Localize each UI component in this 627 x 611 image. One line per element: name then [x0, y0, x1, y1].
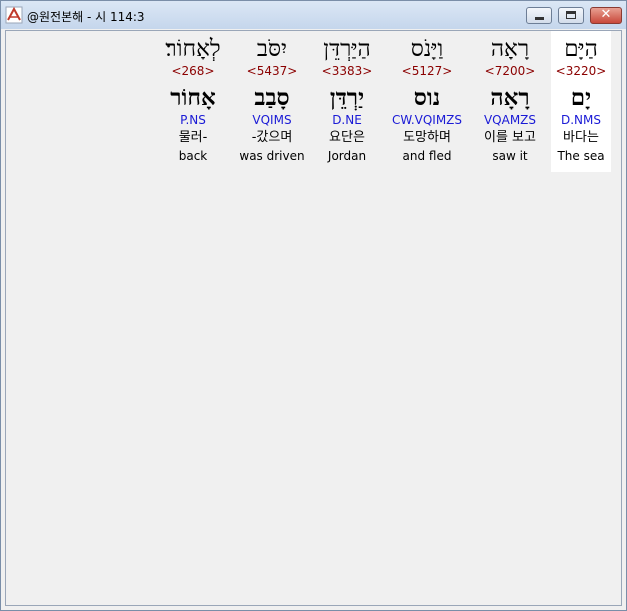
app-window: @원전본해 - 시 114:3 ✕ הַיָּם <3220> יָם D.NM…: [0, 0, 627, 611]
title-bar[interactable]: @원전본해 - 시 114:3 ✕: [1, 1, 626, 29]
word-column[interactable]: הַיָּם <3220> יָם D.NMS 바다는 The sea: [551, 31, 611, 172]
close-icon: ✕: [600, 7, 612, 22]
word-column[interactable]: הַיַּרְדֵּן <3383> יַרְדֵּן D.NE 요단은 Jor…: [312, 31, 382, 172]
strong-number[interactable]: <268>: [156, 64, 230, 79]
maximize-button[interactable]: [558, 7, 584, 24]
minimize-button[interactable]: [526, 7, 552, 24]
minimize-icon: [535, 17, 544, 20]
window-title: @원전본해 - 시 114:3: [27, 10, 145, 24]
morphology-code: D.NE: [332, 113, 362, 127]
morphology-code: P.NS: [180, 113, 206, 127]
korean-gloss: 요단은: [329, 130, 365, 145]
word-column[interactable]: וַיָּנֹס <5127> נוס CW.VQIMZS 도망하며 and f…: [386, 31, 468, 172]
hebrew-lemma: יָם: [570, 84, 592, 111]
hebrew-lemma: רָאָה: [490, 84, 530, 111]
close-button[interactable]: ✕: [590, 7, 622, 24]
english-gloss: back: [178, 149, 208, 163]
strong-number[interactable]: <7200>: [472, 64, 548, 79]
hebrew-lemma: סָבַב: [254, 84, 290, 111]
english-gloss: saw it: [492, 149, 528, 163]
hebrew-word: הַיָּם: [564, 36, 598, 62]
english-gloss: and fled: [402, 149, 452, 163]
korean-gloss: 바다는: [563, 130, 599, 145]
strong-number[interactable]: <5437>: [236, 64, 308, 79]
english-gloss: Jordan: [327, 149, 367, 163]
morphology-code: VQAMZS: [483, 113, 537, 127]
word-column[interactable]: רָאָה <7200> רָאָה VQAMZS 이를 보고 saw it: [472, 31, 548, 172]
hebrew-lemma: יַרְדֵּן: [329, 84, 365, 111]
verse-analysis-panel: הַיָּם <3220> יָם D.NMS 바다는 The sea רָאָ…: [5, 30, 622, 606]
strong-number[interactable]: <3383>: [312, 64, 382, 79]
morphology-code: D.NMS: [560, 113, 601, 127]
korean-gloss: -갔으며: [251, 130, 293, 145]
morphology-code: VQIMS: [252, 113, 292, 127]
korean-gloss: 물러-: [178, 130, 208, 145]
strong-number[interactable]: <3220>: [551, 64, 611, 79]
word-column[interactable]: לְאָחוֹר׃ <268> אָחוֹר P.NS 물러- back: [156, 31, 230, 172]
hebrew-word: וַיָּנֹס: [410, 36, 444, 62]
morphology-code: CW.VQIMZS: [391, 113, 463, 127]
hebrew-word: לְאָחוֹר׃: [165, 36, 221, 62]
english-gloss: was driven: [239, 149, 305, 163]
english-gloss: The sea: [557, 149, 605, 163]
maximize-icon: [566, 11, 576, 19]
korean-gloss: 도망하며: [403, 130, 451, 145]
strong-number[interactable]: <5127>: [386, 64, 468, 79]
korean-gloss: 이를 보고: [484, 130, 536, 145]
hebrew-lemma: נוס: [413, 84, 441, 111]
hebrew-word: יִסֹּב: [256, 36, 288, 62]
hebrew-word: רָאָה: [490, 36, 530, 62]
hebrew-word: הַיַּרְדֵּן: [323, 36, 371, 62]
app-icon: [5, 6, 23, 24]
hebrew-lemma: אָחוֹר: [170, 84, 216, 111]
word-column[interactable]: יִסֹּב <5437> סָבַב VQIMS -갔으며 was drive…: [236, 31, 308, 172]
